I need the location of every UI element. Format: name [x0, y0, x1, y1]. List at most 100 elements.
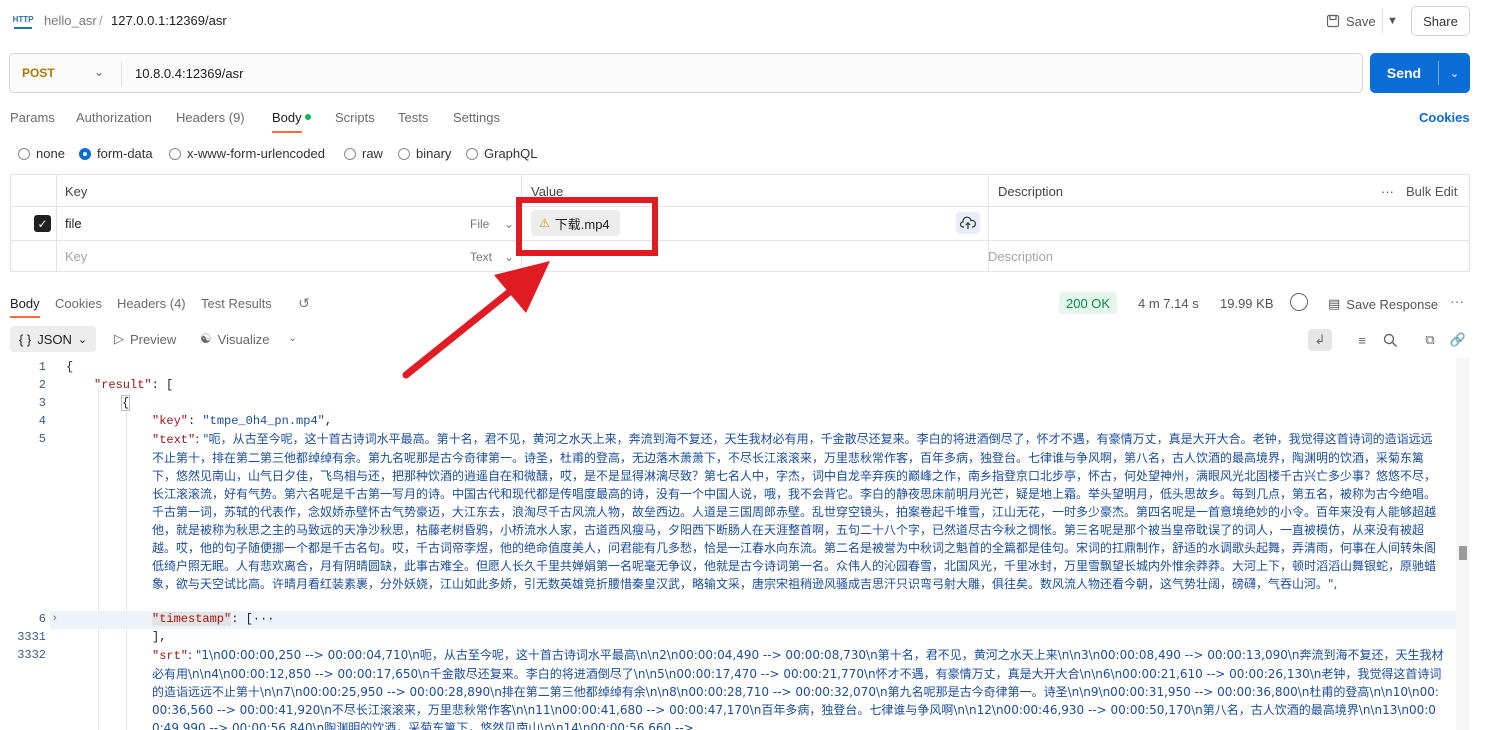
json-punctuation: : [188, 414, 203, 428]
fold-chevron-right-icon[interactable]: › [53, 612, 57, 624]
json-punctuation: , [324, 414, 333, 428]
row-type-select[interactable]: File [470, 217, 489, 231]
more-options-icon: ··· [1381, 184, 1394, 199]
radio-x-www-form-urlencoded[interactable]: x-www-form-urlencoded [169, 146, 325, 161]
line-number: 3 [38, 396, 46, 410]
column-header-description: Description [998, 184, 1064, 199]
radio-circle [398, 147, 410, 160]
column-divider [56, 175, 57, 271]
url-bar: POST ⌄ 10.8.0.4:12369/asr [9, 53, 1363, 93]
preview-button[interactable]: ▷ Preview [114, 331, 176, 347]
line-number: 3331 [17, 630, 46, 644]
search-icon[interactable] [1378, 329, 1402, 351]
cookies-link[interactable]: Cookies [1419, 110, 1470, 125]
code-line: ], [152, 628, 166, 646]
json-punctuation: : [··· [231, 612, 275, 626]
method-select[interactable]: POST [22, 66, 55, 80]
radio-circle [169, 147, 181, 160]
json-key: "result" [94, 378, 152, 392]
line-number: 1 [38, 360, 46, 374]
json-key: "text" [152, 433, 196, 447]
visualize-icon: ☯ [200, 331, 212, 346]
indent-guide [126, 404, 127, 730]
new-row-key-placeholder[interactable]: Key [65, 249, 87, 264]
code-line: { [120, 394, 131, 412]
tab-params[interactable]: Params [10, 110, 55, 125]
method-chevron-down-icon[interactable]: ⌄ [94, 65, 104, 79]
line-number: 6 [38, 612, 46, 626]
send-button[interactable]: Send [1370, 53, 1438, 93]
column-header-key: Key [65, 184, 88, 199]
scrollbar-thumb[interactable] [1459, 546, 1467, 560]
code-line: "key": "tmpe_0h4_pn.mp4", [152, 412, 332, 430]
upload-cloud-icon[interactable] [956, 212, 980, 234]
response-tab-headers[interactable]: Headers (4) [117, 296, 186, 311]
tab-settings[interactable]: Settings [453, 110, 500, 125]
code-line: "srt": "1\n00:00:00,250 --> 00:00:04,710… [152, 646, 1444, 730]
more-options-icon[interactable]: ··· [1450, 293, 1464, 309]
save-response-button[interactable]: ▤ Save Response [1328, 296, 1438, 312]
body-active-dot [305, 114, 311, 120]
format-label: JSON [37, 331, 72, 347]
radio-label: raw [362, 146, 383, 161]
json-string: "tmpe_0h4_pn.mp4" [202, 414, 325, 428]
format-select[interactable]: { } JSON ⌄ [10, 326, 96, 352]
response-tab-body[interactable]: Body [10, 296, 40, 311]
globe-icon[interactable] [1290, 293, 1308, 311]
code-line: "timestamp": [··· [152, 610, 274, 628]
save-label: Save [1346, 13, 1376, 29]
response-code-viewer[interactable]: › 1 2 3 4 5 6 3331 3332 { "result": [ { … [0, 358, 1496, 730]
breadcrumb-request-name[interactable]: 127.0.0.1:12369/asr [111, 13, 227, 28]
tab-headers[interactable]: Headers (9) [176, 110, 245, 125]
visualize-chevron-down-icon[interactable]: ⌄ [288, 331, 297, 344]
breadcrumb-collection[interactable]: hello_asr [44, 13, 97, 28]
radio-raw[interactable]: raw [344, 146, 383, 161]
json-string: "1\n00:00:00,250 --> 00:00:04,710\n呃，从古至… [152, 648, 1444, 730]
radio-none[interactable]: none [18, 146, 65, 161]
tab-scripts[interactable]: Scripts [335, 110, 375, 125]
tab-authorization[interactable]: Authorization [76, 110, 152, 125]
save-response-label: Save Response [1346, 296, 1439, 312]
preview-label: Preview [130, 331, 177, 347]
json-brace: { [66, 360, 74, 374]
new-row-description-placeholder[interactable]: Description [988, 249, 1053, 264]
radio-form-data[interactable]: form-data [79, 146, 153, 161]
link-icon[interactable]: 🔗 [1446, 329, 1470, 351]
json-punctuation: : [195, 432, 204, 446]
save-button[interactable]: Save [1320, 9, 1382, 33]
active-tab-indicator [272, 131, 302, 133]
form-data-table: Key Value Description ··· Bulk Edit ✓ fi… [10, 174, 1470, 272]
top-bar: HTTP hello_asr / 127.0.0.1:12369/asr Sav… [0, 0, 1496, 42]
row-type-chevron-down-icon[interactable]: ⌄ [504, 217, 514, 231]
radio-label: form-data [97, 146, 153, 161]
code-line: "text": "呃，从古至今呢，这十首古诗词水平最高。第十名，君不见，黄河之水… [152, 430, 1444, 610]
radio-label: x-www-form-urlencoded [187, 146, 325, 161]
json-brace: { [120, 395, 131, 411]
radio-binary[interactable]: binary [398, 146, 451, 161]
save-options-chevron-down-icon[interactable]: ▼ [1382, 9, 1402, 33]
filter-icon[interactable]: ≡ [1350, 329, 1374, 351]
url-input[interactable]: 10.8.0.4:12369/asr [135, 66, 243, 81]
row-enabled-checkbox[interactable]: ✓ [34, 215, 51, 232]
json-punctuation: : [ [151, 378, 174, 392]
response-tab-test-results[interactable]: Test Results [201, 296, 272, 311]
response-tab-cookies[interactable]: Cookies [55, 296, 102, 311]
radio-graphql[interactable]: GraphQL [466, 146, 537, 161]
share-button[interactable]: Share [1411, 6, 1470, 36]
json-key: "key" [152, 414, 189, 428]
bulk-edit-label: Bulk Edit [1406, 184, 1458, 199]
row-divider [11, 206, 1469, 207]
wrap-lines-icon[interactable]: ↲ [1308, 329, 1332, 351]
history-icon[interactable]: ↺ [295, 294, 313, 312]
tab-body[interactable]: Body [272, 110, 302, 125]
save-icon [1326, 14, 1340, 28]
copy-icon[interactable]: ⧉ [1418, 329, 1442, 351]
bulk-edit-button[interactable]: ··· Bulk Edit [1381, 184, 1457, 199]
radio-circle-selected [79, 147, 91, 160]
visualize-button[interactable]: ☯ Visualize [200, 331, 269, 347]
tab-tests[interactable]: Tests [398, 110, 428, 125]
row-key-input[interactable]: file [65, 216, 82, 231]
http-request-icon: HTTP [13, 13, 33, 29]
send-options-chevron-down-icon[interactable]: ⌄ [1439, 53, 1470, 93]
vertical-scrollbar[interactable] [1456, 358, 1470, 730]
